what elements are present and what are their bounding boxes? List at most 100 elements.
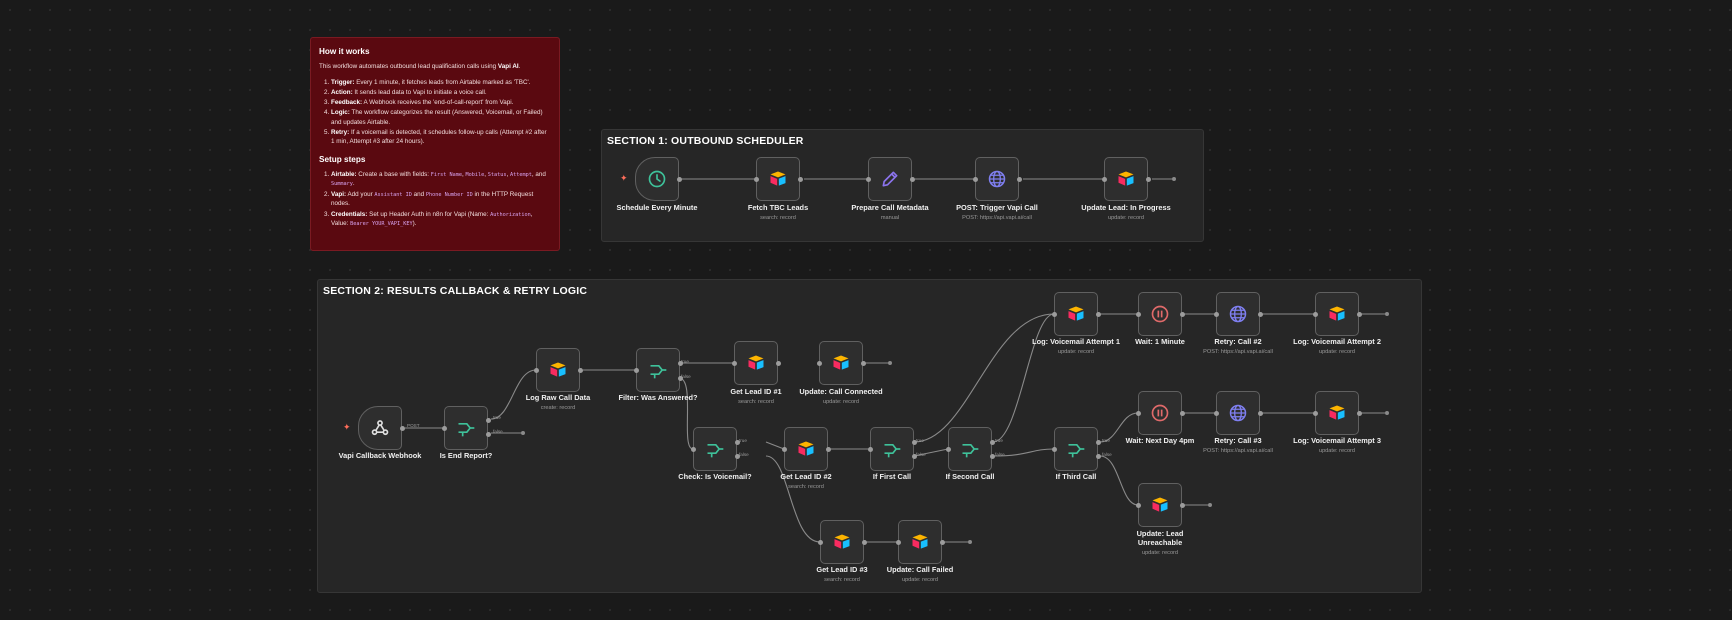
input-port[interactable] (1136, 411, 1141, 416)
node-update-lead-in-progress[interactable] (1102, 157, 1151, 201)
if-icon (705, 439, 725, 459)
globe-icon (987, 169, 1007, 189)
node-retry-call-2[interactable] (1214, 292, 1263, 336)
edge-label-true: true (493, 415, 501, 420)
workflow-canvas[interactable]: How it works This workflow automates out… (0, 0, 1732, 620)
airtable-icon (1066, 304, 1086, 324)
output-port[interactable] (1357, 312, 1362, 317)
input-port[interactable] (973, 177, 978, 182)
node-get-lead-id-3[interactable] (818, 520, 867, 564)
node-log-voicemail-attempt-3[interactable] (1313, 391, 1362, 435)
output-port-false[interactable] (678, 376, 683, 381)
node-retry-call-3[interactable] (1214, 391, 1263, 435)
end-dot[interactable] (888, 361, 892, 365)
output-port[interactable] (1180, 411, 1185, 416)
node-if-second-call[interactable] (946, 427, 995, 471)
node-if-third-call[interactable] (1052, 427, 1101, 471)
node-check-is-voicemail[interactable] (691, 427, 740, 471)
connection (992, 313, 1055, 443)
input-port[interactable] (818, 540, 823, 545)
input-port[interactable] (1313, 411, 1318, 416)
end-dot[interactable] (1385, 312, 1389, 316)
node-post-trigger-vapi-call[interactable] (973, 157, 1022, 201)
output-port[interactable] (776, 361, 781, 366)
node-update-call-failed[interactable] (896, 520, 945, 564)
node-get-lead-id-1[interactable] (732, 341, 781, 385)
input-port[interactable] (732, 361, 737, 366)
output-port-false[interactable] (912, 454, 917, 459)
node-subtitle: update: record (1318, 349, 1356, 355)
node-filter-was-answered[interactable] (634, 348, 683, 392)
end-dot[interactable] (1172, 177, 1176, 181)
clock-icon (647, 169, 667, 189)
if-icon (882, 439, 902, 459)
airtable-icon (1150, 495, 1170, 515)
input-port[interactable] (817, 361, 822, 366)
node-log-raw-call-data[interactable] (534, 348, 583, 392)
output-port-false[interactable] (1096, 454, 1101, 459)
input-port[interactable] (634, 368, 639, 373)
input-port[interactable] (1102, 177, 1107, 182)
node-schedule-every-minute[interactable] (635, 157, 682, 201)
node-subtitle: search: record (788, 484, 824, 490)
input-port[interactable] (691, 447, 696, 452)
input-port[interactable] (866, 177, 871, 182)
output-port[interactable] (1017, 177, 1022, 182)
output-port-true[interactable] (912, 440, 917, 445)
input-port[interactable] (1052, 447, 1057, 452)
input-port[interactable] (1136, 503, 1141, 508)
input-port[interactable] (1214, 411, 1219, 416)
input-port[interactable] (946, 447, 951, 452)
node-get-lead-id-2[interactable] (782, 427, 831, 471)
output-port-true[interactable] (735, 440, 740, 445)
input-port[interactable] (868, 447, 873, 452)
node-wait-next-day-4pm[interactable] (1136, 391, 1185, 435)
output-port[interactable] (826, 447, 831, 452)
output-port-false[interactable] (735, 454, 740, 459)
output-port[interactable] (940, 540, 945, 545)
input-port[interactable] (782, 447, 787, 452)
input-port[interactable] (1052, 312, 1057, 317)
node-fetch-tbc-leads[interactable] (754, 157, 803, 201)
output-port[interactable] (677, 177, 682, 182)
output-port[interactable] (1357, 411, 1362, 416)
output-port[interactable] (400, 426, 405, 431)
node-update-lead-unreachable[interactable] (1136, 483, 1185, 527)
end-dot[interactable] (1385, 411, 1389, 415)
output-port[interactable] (1258, 312, 1263, 317)
node-prepare-call-metadata[interactable] (866, 157, 915, 201)
output-port[interactable] (861, 361, 866, 366)
input-port[interactable] (534, 368, 539, 373)
node-log-voicemail-attempt-1[interactable] (1052, 292, 1101, 336)
output-port[interactable] (1096, 312, 1101, 317)
output-port-false[interactable] (990, 454, 995, 459)
node-wait-1-minute[interactable] (1136, 292, 1185, 336)
end-dot[interactable] (1208, 503, 1212, 507)
output-port-true[interactable] (678, 361, 683, 366)
node-update-call-connected[interactable] (817, 341, 866, 385)
input-port[interactable] (1136, 312, 1141, 317)
output-port[interactable] (798, 177, 803, 182)
output-port[interactable] (862, 540, 867, 545)
node-log-voicemail-attempt-2[interactable] (1313, 292, 1362, 336)
output-port[interactable] (1180, 503, 1185, 508)
output-port-true[interactable] (990, 440, 995, 445)
output-port[interactable] (578, 368, 583, 373)
end-dot[interactable] (968, 540, 972, 544)
output-port[interactable] (910, 177, 915, 182)
output-port[interactable] (1146, 177, 1151, 182)
node-is-end-report[interactable] (442, 406, 491, 450)
end-dot[interactable] (521, 431, 525, 435)
output-port-true[interactable] (486, 418, 491, 423)
input-port[interactable] (896, 540, 901, 545)
pencil-icon (880, 169, 900, 189)
output-port[interactable] (1180, 312, 1185, 317)
input-port[interactable] (754, 177, 759, 182)
node-vapi-callback-webhook[interactable] (358, 406, 405, 450)
input-port[interactable] (1313, 312, 1318, 317)
output-port-false[interactable] (486, 432, 491, 437)
output-port[interactable] (1258, 411, 1263, 416)
node-if-first-call[interactable] (868, 427, 917, 471)
input-port[interactable] (442, 426, 447, 431)
input-port[interactable] (1214, 312, 1219, 317)
